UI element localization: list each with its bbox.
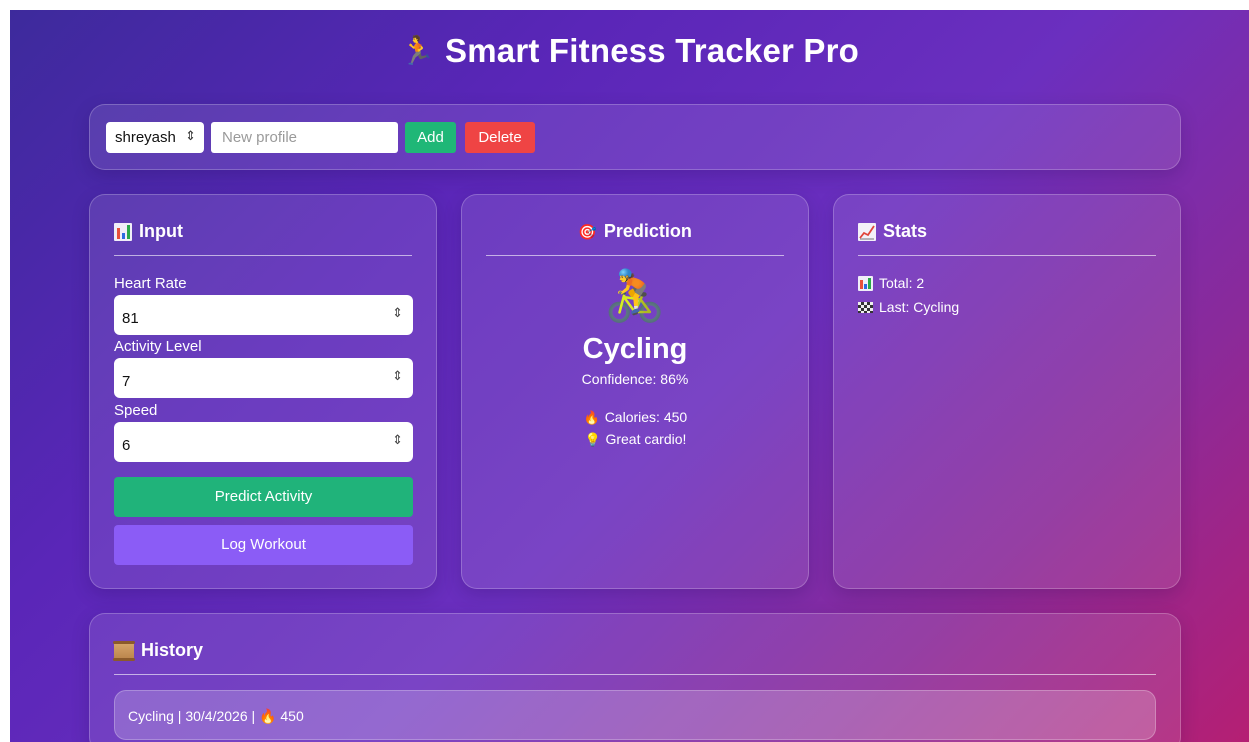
select-caret-icon: ⇕ — [185, 128, 196, 143]
predict-activity-button[interactable]: Predict Activity — [114, 477, 413, 517]
history-heading-text: History — [141, 640, 204, 660]
target-icon: 🎯 — [578, 223, 597, 241]
history-card: History Cycling | 30/4/2026 | 🔥 450 — [89, 613, 1181, 742]
divider — [114, 255, 412, 256]
lightbulb-icon: 💡 — [584, 432, 601, 447]
predicted-activity: Cycling — [582, 333, 688, 365]
history-calories: 450 — [280, 708, 304, 724]
tip-text: Great cardio! — [605, 431, 687, 447]
history-separator: | — [251, 708, 260, 724]
cyclist-icon: 🚴 — [603, 268, 667, 324]
stats-card-heading: Stats — [858, 221, 927, 242]
speed-input[interactable]: 6 ⇕ — [114, 422, 413, 462]
stats-total-line: Total: 2 — [858, 275, 924, 291]
divider — [858, 255, 1156, 256]
history-card-heading: History — [113, 640, 204, 661]
activity-level-input[interactable]: 7 ⇕ — [114, 358, 413, 398]
tip-line: 💡 Great cardio! — [462, 431, 808, 448]
stats-card: Stats Total: 2 Last: Cycling — [833, 194, 1181, 589]
scroll-icon — [113, 640, 135, 661]
prediction-card-heading: 🎯 Prediction — [462, 221, 808, 242]
history-activity: Cycling — [128, 708, 174, 724]
stats-heading-text: Stats — [883, 221, 928, 241]
add-profile-button[interactable]: Add — [405, 122, 456, 153]
stats-last-line: Last: Cycling — [858, 299, 959, 315]
checkered-flag-icon — [858, 301, 873, 313]
log-workout-button[interactable]: Log Workout — [114, 525, 413, 565]
spinner-icon[interactable]: ⇕ — [392, 369, 403, 382]
delete-profile-button[interactable]: Delete — [465, 122, 535, 153]
spinner-icon[interactable]: ⇕ — [392, 433, 403, 446]
profile-select-value: shreyash — [115, 129, 176, 146]
input-card-heading: Input — [114, 221, 183, 242]
fire-icon: 🔥 — [259, 708, 277, 724]
prediction-heading-text: Prediction — [603, 221, 692, 241]
confidence-text: Confidence: 86% — [581, 371, 689, 387]
speed-value: 6 — [122, 437, 131, 454]
app-root: 🏃 Smart Fitness Tracker Pro shreyash ⇕ Ad… — [10, 10, 1249, 742]
heart-rate-input[interactable]: 81 ⇕ — [114, 295, 413, 335]
activity-level-label: Activity Level — [114, 338, 202, 355]
trend-chart-icon — [858, 222, 876, 241]
heart-rate-value: 81 — [122, 310, 139, 327]
divider — [486, 255, 784, 256]
bar-chart-icon — [114, 222, 132, 241]
calories-line: 🔥 Calories: 450 — [462, 409, 808, 426]
activity-level-value: 7 — [122, 373, 131, 390]
page-title: 🏃 Smart Fitness Tracker Pro — [10, 32, 1249, 70]
divider — [114, 674, 1156, 675]
input-heading-text: Input — [139, 221, 183, 241]
new-profile-input[interactable] — [211, 122, 398, 153]
calories-text: Calories: 450 — [604, 409, 688, 425]
input-card: Input Heart Rate 81 ⇕ Activity Level 7 ⇕… — [89, 194, 437, 589]
list-item: Cycling | 30/4/2026 | 🔥 450 — [114, 690, 1156, 740]
heart-rate-label: Heart Rate — [114, 275, 187, 292]
spinner-icon[interactable]: ⇕ — [392, 306, 403, 319]
speed-label: Speed — [114, 402, 158, 419]
bar-chart-icon — [858, 275, 873, 291]
page-title-text: Smart Fitness Tracker Pro — [445, 32, 860, 69]
runner-icon: 🏃 — [399, 35, 436, 66]
prediction-card: 🎯 Prediction 🚴 Cycling Confidence: 86% 🔥… — [461, 194, 809, 589]
stats-total: Total: 2 — [879, 275, 925, 291]
profile-select[interactable]: shreyash ⇕ — [106, 122, 204, 153]
profile-bar: shreyash ⇕ Add Delete — [89, 104, 1181, 170]
fire-icon: 🔥 — [583, 410, 600, 425]
stats-last: Last: Cycling — [879, 299, 960, 315]
history-date: 30/4/2026 — [185, 708, 248, 724]
